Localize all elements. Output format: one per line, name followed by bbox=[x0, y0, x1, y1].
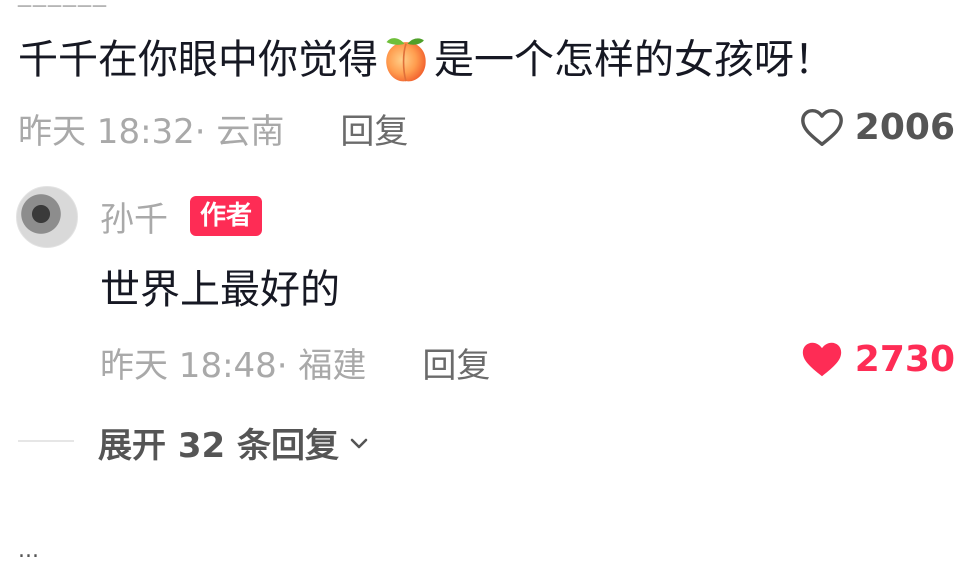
comment-text-part-1: 千千在你眼中你觉得 bbox=[18, 37, 378, 83]
comment-text: 千千在你眼中你觉得 是一个怎样的女孩呀！ bbox=[18, 30, 834, 90]
expand-divider bbox=[18, 440, 74, 442]
reply-meta: 昨天 18:48· 福建 bbox=[100, 346, 367, 386]
heart-outline-icon bbox=[800, 108, 843, 146]
truncated-previous-username: ______ bbox=[18, 0, 108, 8]
comment-reply-button[interactable]: 回复 bbox=[340, 104, 408, 153]
comment-text-part-2: 是一个怎样的女孩呀！ bbox=[434, 37, 834, 83]
expand-replies-label: 展开 32 条回复 bbox=[98, 426, 339, 466]
reply-reply-button[interactable]: 回复 bbox=[422, 338, 490, 387]
reply-text: 世界上最好的 bbox=[100, 267, 340, 313]
comment-meta-row: 昨天 18:32· 云南 回复 bbox=[18, 104, 408, 153]
peach-emoji-icon bbox=[386, 38, 426, 82]
expand-replies-button[interactable]: 展开 32 条回复 bbox=[98, 418, 371, 467]
comment-meta: 昨天 18:32· 云南 bbox=[18, 112, 285, 152]
comment-like-count: 2006 bbox=[854, 106, 955, 148]
reply-like-button[interactable]: 2730 bbox=[799, 336, 955, 382]
reply-meta-row: 昨天 18:48· 福建 回复 bbox=[100, 338, 490, 387]
chevron-down-icon bbox=[350, 438, 368, 448]
truncated-next-comment: ... bbox=[18, 538, 39, 563]
author-avatar[interactable] bbox=[16, 186, 78, 248]
comment-like-button[interactable]: 2006 bbox=[799, 104, 955, 150]
heart-filled-icon bbox=[802, 342, 841, 377]
reply-like-count: 2730 bbox=[854, 338, 955, 380]
reply-author-name[interactable]: 孙千 bbox=[100, 192, 168, 241]
author-badge: 作者 bbox=[190, 196, 263, 236]
